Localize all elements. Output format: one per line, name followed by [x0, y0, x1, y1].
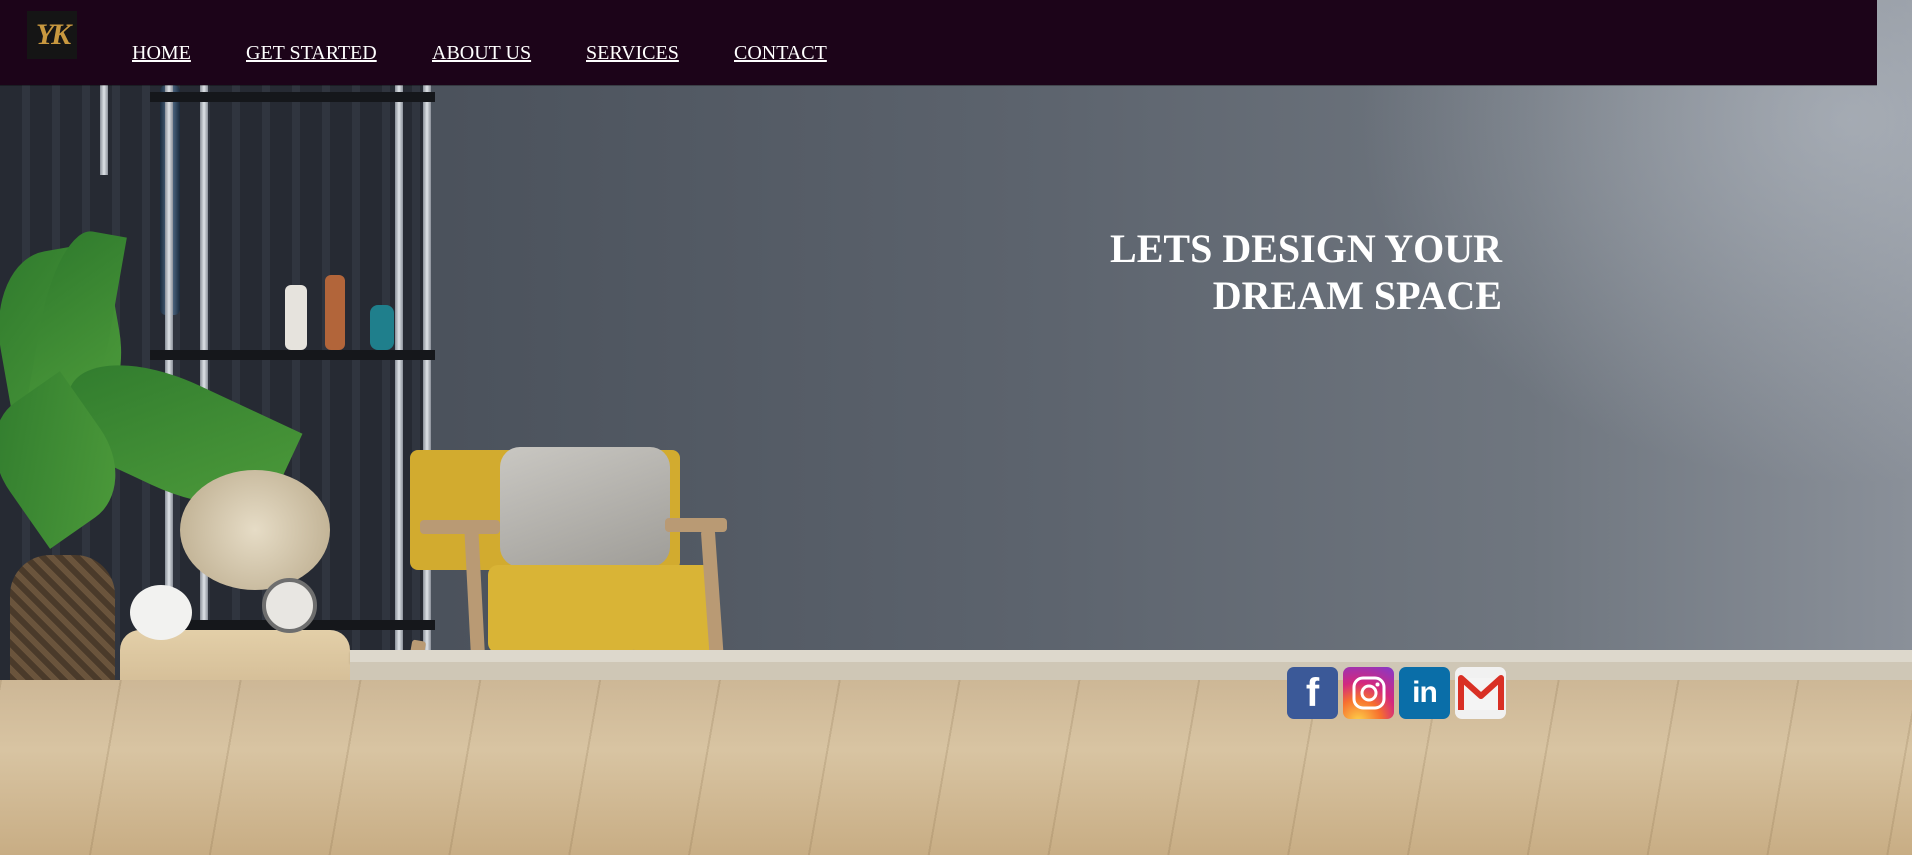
skirting-board [350, 650, 1912, 662]
social-links: f in [1287, 667, 1506, 719]
skirting-board [350, 662, 1912, 680]
cushion [500, 447, 670, 567]
facebook-glyph: f [1305, 670, 1320, 715]
hero-headline-line-1: LETS DESIGN YOUR [1110, 226, 1502, 271]
gmail-icon[interactable] [1455, 667, 1506, 719]
hero-background-image [0, 0, 1912, 855]
dried-flowers [180, 470, 330, 590]
linkedin-icon[interactable]: in [1399, 667, 1450, 719]
nav-link-get-started[interactable]: GET STARTED [246, 41, 377, 65]
instagram-icon[interactable] [1343, 667, 1394, 719]
shelf-pole [423, 85, 431, 685]
armchair-arm [665, 518, 727, 532]
shelf-pole [395, 85, 403, 685]
instagram-glyph [1352, 676, 1385, 710]
nav-link-services[interactable]: SERVICES [586, 41, 679, 65]
nav-link-contact[interactable]: CONTACT [734, 41, 827, 65]
gmail-glyph [1457, 675, 1504, 710]
armchair-arm [420, 520, 500, 534]
hero-headline-line-2: DREAM SPACE [1212, 273, 1502, 318]
hero-headline: LETS DESIGN YOUR DREAM SPACE [902, 225, 1502, 319]
nav-link-home[interactable]: HOME [132, 41, 191, 65]
facebook-icon[interactable]: f [1287, 667, 1338, 719]
site-logo[interactable]: YK [27, 11, 77, 59]
top-navigation-bar: YK HOME GET STARTED ABOUT US SERVICES CO… [0, 0, 1877, 85]
armchair-seat [488, 565, 713, 653]
plant-pot [130, 585, 192, 640]
vase [325, 275, 345, 350]
vase [285, 285, 307, 350]
pendant-lamp [100, 85, 108, 175]
shelf-board [150, 350, 435, 360]
vase [370, 305, 394, 350]
shelf-board [150, 92, 435, 102]
alarm-clock [262, 578, 317, 633]
nav-link-about-us[interactable]: ABOUT US [432, 41, 531, 65]
wooden-floor [0, 680, 1912, 855]
linkedin-glyph: in [1412, 676, 1438, 709]
logo-text: YK [35, 18, 71, 51]
